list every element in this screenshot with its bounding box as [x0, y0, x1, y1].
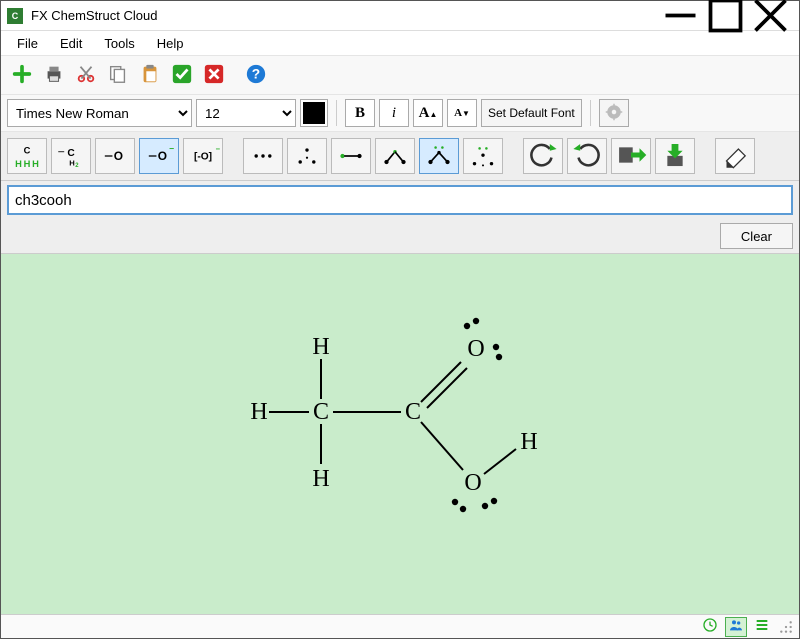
atom-h4: H: [520, 429, 537, 455]
svg-text:O: O: [114, 149, 123, 163]
copy-icon: [107, 63, 129, 88]
atom-o2: O: [464, 470, 481, 496]
people-icon: [728, 617, 744, 636]
status-collab-button[interactable]: [725, 617, 747, 637]
structure-toolbar: CHHH CH2 O O− [-O]−: [1, 132, 799, 181]
undo-button[interactable]: [523, 138, 563, 174]
cut-button[interactable]: [71, 60, 101, 90]
svg-text:?: ?: [252, 66, 260, 81]
status-menu-button[interactable]: [751, 617, 773, 637]
tool-methane[interactable]: CHHH: [7, 138, 47, 174]
font-color-picker[interactable]: [300, 99, 328, 127]
tool-oxide-anion[interactable]: O−: [139, 138, 179, 174]
font-decrease-button[interactable]: A▼: [447, 99, 477, 127]
svg-text:C: C: [24, 145, 31, 155]
menu-help[interactable]: Help: [147, 33, 194, 54]
svg-text:H: H: [32, 159, 39, 169]
clipboard-icon: [139, 63, 161, 88]
menu-edit[interactable]: Edit: [50, 33, 92, 54]
main-toolbar: ?: [1, 55, 799, 95]
font-toolbar: Times New Roman 12 B i A▲ A▼ Set Default…: [1, 95, 799, 132]
check-icon: [171, 63, 193, 88]
structure-canvas[interactable]: C H H H C O O: [1, 254, 799, 614]
tool-bond-linear[interactable]: [331, 138, 371, 174]
font-up-icon: A▲: [419, 105, 438, 122]
set-default-font-button[interactable]: Set Default Font: [481, 99, 582, 127]
svg-text:C: C: [67, 148, 75, 159]
export-right-button[interactable]: [611, 138, 651, 174]
atom-h2: H: [250, 399, 267, 425]
maximize-button[interactable]: [703, 2, 748, 30]
question-icon: ?: [245, 63, 267, 88]
app-icon: C: [7, 8, 23, 24]
copy-button[interactable]: [103, 60, 133, 90]
eraser-icon: [718, 140, 752, 173]
accept-button[interactable]: [167, 60, 197, 90]
svg-text:O: O: [158, 149, 167, 163]
menu-tools[interactable]: Tools: [94, 33, 144, 54]
undo-icon: [526, 140, 560, 173]
redo-icon: [570, 140, 604, 173]
menu-bar: File Edit Tools Help: [1, 31, 799, 55]
color-swatch-icon: [303, 102, 325, 124]
atom-h1: H: [312, 334, 329, 360]
atom-o1: O: [467, 336, 484, 362]
atom-c2: C: [405, 399, 421, 425]
svg-text:[-O]: [-O]: [194, 151, 212, 162]
new-button[interactable]: [7, 60, 37, 90]
export-icon: [614, 140, 648, 173]
tool-lone-pair-linear[interactable]: [243, 138, 283, 174]
molecule-diagram: C H H H C O O: [1, 254, 781, 564]
printer-icon: [43, 63, 65, 88]
minimize-button[interactable]: [658, 2, 703, 30]
bold-button[interactable]: B: [345, 99, 375, 127]
font-increase-button[interactable]: A▲: [413, 99, 443, 127]
tool-bracket-oxide[interactable]: [-O]−: [183, 138, 223, 174]
settings-button[interactable]: [599, 99, 629, 127]
svg-text:2: 2: [75, 163, 79, 169]
svg-text:H: H: [15, 159, 22, 169]
clear-row: Clear: [1, 219, 799, 254]
svg-text:−: −: [216, 145, 220, 154]
x-icon: [203, 63, 225, 88]
atom-c1: C: [313, 399, 329, 425]
font-name-select[interactable]: Times New Roman: [7, 99, 192, 127]
eraser-button[interactable]: [715, 138, 755, 174]
tool-oxygen[interactable]: O: [95, 138, 135, 174]
redo-button[interactable]: [567, 138, 607, 174]
close-button[interactable]: [748, 2, 793, 30]
paste-button[interactable]: [135, 60, 165, 90]
hamburger-icon: [754, 617, 770, 636]
scissors-icon: [75, 63, 97, 88]
svg-text:H: H: [69, 158, 75, 167]
italic-button[interactable]: i: [379, 99, 409, 127]
window-title: FX ChemStruct Cloud: [31, 8, 658, 23]
gear-icon: [605, 103, 623, 124]
font-size-select[interactable]: 12: [196, 99, 296, 127]
tool-bond-bent-lone[interactable]: [419, 138, 459, 174]
status-bar: [1, 614, 799, 638]
clear-button[interactable]: Clear: [720, 223, 793, 249]
import-icon: [658, 140, 692, 173]
formula-row: [1, 181, 799, 219]
resize-grip-icon[interactable]: [779, 620, 793, 634]
help-button[interactable]: ?: [241, 60, 271, 90]
font-down-icon: A▼: [454, 107, 470, 119]
tool-bond-trigonal[interactable]: [463, 138, 503, 174]
tool-methylene[interactable]: CH2: [51, 138, 91, 174]
formula-input[interactable]: [7, 185, 793, 215]
cancel-button[interactable]: [199, 60, 229, 90]
print-button[interactable]: [39, 60, 69, 90]
svg-text:−: −: [169, 144, 174, 154]
plus-icon: [11, 63, 33, 88]
menu-file[interactable]: File: [7, 33, 48, 54]
svg-text:H: H: [24, 159, 31, 169]
import-down-button[interactable]: [655, 138, 695, 174]
title-bar: C FX ChemStruct Cloud: [1, 1, 799, 31]
atom-h3: H: [312, 466, 329, 492]
status-history-button[interactable]: [699, 617, 721, 637]
tool-lone-pair-trigonal[interactable]: [287, 138, 327, 174]
tool-bond-bent[interactable]: [375, 138, 415, 174]
clock-icon: [702, 617, 718, 636]
